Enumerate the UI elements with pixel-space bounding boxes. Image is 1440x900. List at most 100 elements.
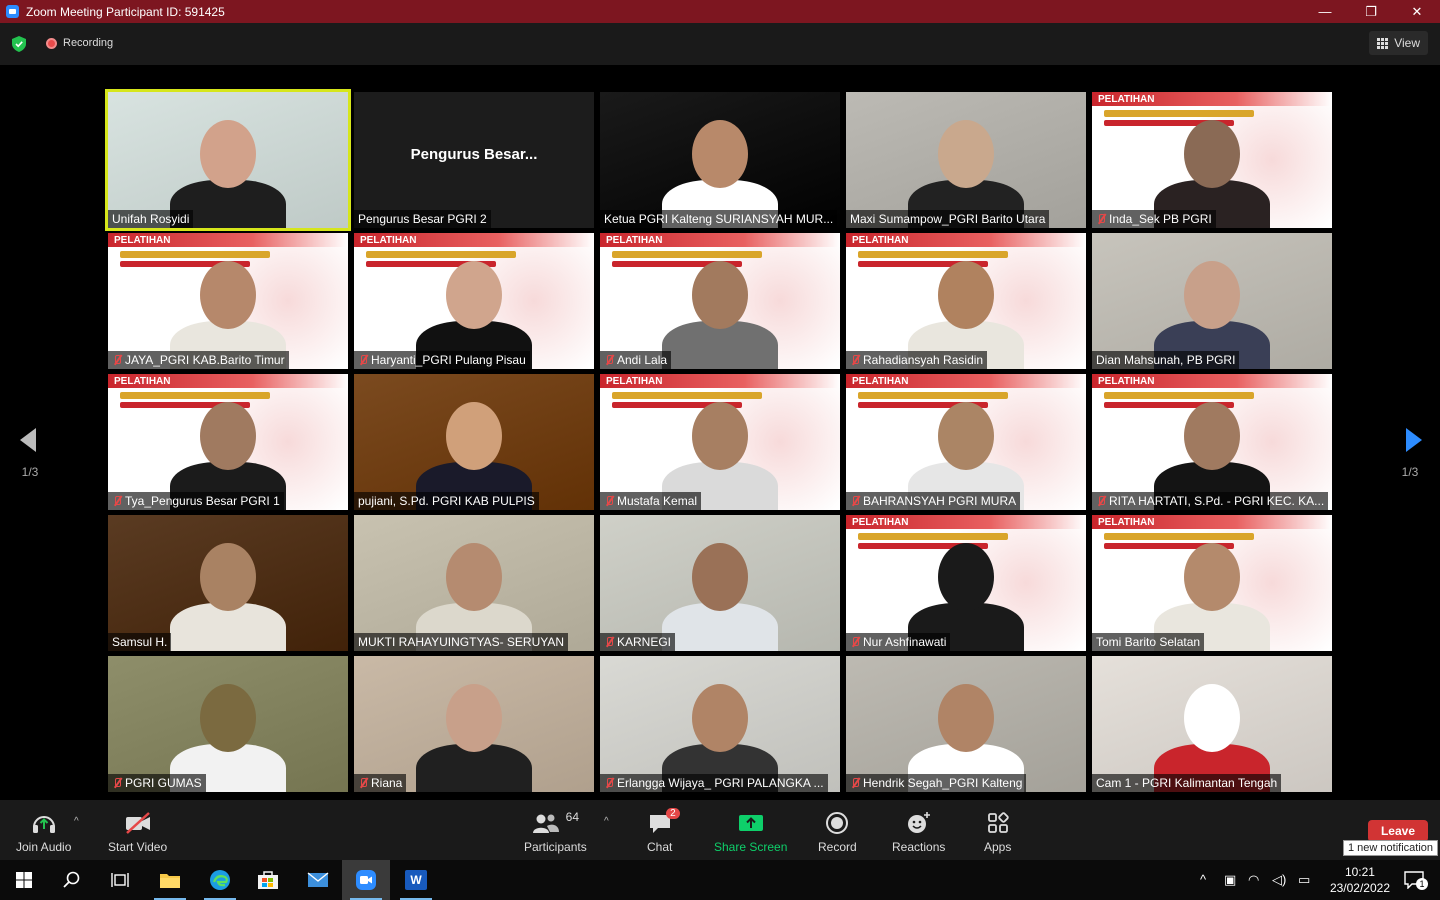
start-video-button[interactable]: Start Video [108, 810, 167, 854]
share-screen-button[interactable]: Share Screen [714, 810, 787, 854]
participant-tile[interactable]: Pengurus Besar... Pengurus Besar PGRI 2 [354, 92, 594, 228]
participant-tile[interactable]: PELATIHAN Tya_Pengurus Besar PGRI 1 [108, 374, 348, 510]
participant-tile[interactable]: Unifah Rosyidi [105, 89, 351, 231]
store-taskbar[interactable] [244, 860, 292, 900]
participant-name-label: Maxi Sumampow_PGRI Barito Utara [846, 210, 1050, 228]
participant-name-label: Erlangga Wijaya_ PGRI PALANGKA ... [600, 774, 828, 792]
participant-name: Tomi Barito Selatan [1096, 635, 1201, 649]
apps-button[interactable]: Apps [984, 810, 1011, 854]
participant-tile[interactable]: KARNEGI [600, 515, 840, 651]
mic-muted-icon [850, 495, 860, 507]
leave-button[interactable]: Leave [1367, 820, 1428, 842]
participant-tile[interactable]: Ketua PGRI Kalteng SURIANSYAH MUR... [600, 92, 840, 228]
security-shield-icon[interactable] [12, 36, 26, 52]
mail-taskbar[interactable] [294, 860, 342, 900]
participant-name-label: Inda_Sek PB PGRI [1092, 210, 1216, 228]
participant-name-label: Hendrik Segah_PGRI Kalteng [846, 774, 1027, 792]
participant-tile[interactable]: Erlangga Wijaya_ PGRI PALANGKA ... [600, 656, 840, 792]
participants-button[interactable]: 64 Participants [524, 810, 587, 854]
participant-tile[interactable]: PELATIHAN Tomi Barito Selatan [1092, 515, 1332, 651]
participant-figure [846, 233, 1086, 369]
system-clock[interactable]: 10:21 23/02/2022 [1330, 864, 1390, 896]
participant-name-label: Unifah Rosyidi [108, 210, 194, 228]
participant-video [354, 515, 594, 651]
participant-tile[interactable]: pujiani, S.Pd. PGRI KAB PULPIS [354, 374, 594, 510]
participant-name: BAHRANSYAH PGRI MURA [863, 494, 1017, 508]
participant-name: Rahadiansyah Rasidin [863, 353, 984, 367]
folder-icon [160, 874, 180, 888]
participant-name-label: Dian Mahsunah, PB PGRI [1092, 351, 1240, 369]
participant-tile[interactable]: PGRI GUMAS [108, 656, 348, 792]
next-page-arrow-icon[interactable] [1396, 425, 1426, 455]
task-view-button[interactable] [96, 860, 144, 900]
zoom-taskbar[interactable] [342, 860, 390, 900]
minimize-button[interactable]: — [1302, 0, 1348, 23]
tray-battery-icon[interactable]: ▭ [1298, 872, 1310, 888]
participant-tile[interactable]: PELATIHAN Inda_Sek PB PGRI [1092, 92, 1332, 228]
tray-overflow-caret[interactable]: ^ [1200, 872, 1206, 887]
tray-volume-icon[interactable]: ◁) [1272, 872, 1286, 888]
participant-tile[interactable]: PELATIHAN Andi Lala [600, 233, 840, 369]
participants-options-caret[interactable]: ^ [604, 816, 609, 827]
chat-badge: 2 [666, 808, 680, 819]
search-taskbar-button[interactable] [48, 860, 96, 900]
participant-figure [108, 233, 348, 369]
notification-toast[interactable]: 1 new notification [1343, 840, 1438, 856]
participant-figure [600, 92, 840, 228]
participant-video: PELATIHAN [600, 374, 840, 510]
participant-tile[interactable]: Cam 1 - PGRI Kalimantan Tengah [1092, 656, 1332, 792]
participant-figure [1092, 656, 1332, 792]
participant-name-label: RITA HARTATI, S.Pd. - PGRI KEC. KA... [1092, 492, 1329, 510]
participant-tile[interactable]: Samsul H. [108, 515, 348, 651]
audio-options-caret[interactable]: ^ [74, 816, 79, 827]
participant-video: PELATIHAN [108, 233, 348, 369]
participant-tile[interactable]: Hendrik Segah_PGRI Kalteng [846, 656, 1086, 792]
participant-tile[interactable]: PELATIHAN BAHRANSYAH PGRI MURA [846, 374, 1086, 510]
participant-figure [354, 374, 594, 510]
view-button[interactable]: View [1369, 31, 1428, 55]
participant-tile[interactable]: Riana [354, 656, 594, 792]
word-icon: W [405, 870, 427, 890]
participant-tile[interactable]: PELATIHAN Mustafa Kemal [600, 374, 840, 510]
windows-start-button[interactable] [0, 860, 48, 900]
record-button[interactable]: Record [818, 810, 857, 854]
participant-video: PELATIHAN [1092, 515, 1332, 651]
tray-wifi-icon[interactable]: ◠ [1248, 872, 1259, 888]
participant-name-label: JAYA_PGRI KAB.Barito Timur [108, 351, 289, 369]
participant-name-label: Mustafa Kemal [600, 492, 702, 510]
participant-name-label: BAHRANSYAH PGRI MURA [846, 492, 1021, 510]
participant-tile[interactable]: PELATIHAN Haryanti_PGRI Pulang Pisau [354, 233, 594, 369]
participant-tile[interactable]: PELATIHAN RITA HARTATI, S.Pd. - PGRI KEC.… [1092, 374, 1332, 510]
recording-indicator[interactable]: Recording [46, 37, 113, 49]
participant-name-label: Ketua PGRI Kalteng SURIANSYAH MUR... [600, 210, 838, 228]
participant-figure [108, 656, 348, 792]
word-taskbar[interactable]: W [392, 860, 440, 900]
edge-browser-taskbar[interactable] [196, 860, 244, 900]
participant-tile[interactable]: PELATIHAN JAYA_PGRI KAB.Barito Timur [108, 233, 348, 369]
participant-name: KARNEGI [617, 635, 672, 649]
participant-tile[interactable]: Maxi Sumampow_PGRI Barito Utara [846, 92, 1086, 228]
maximize-button[interactable]: ❐ [1348, 0, 1394, 23]
participant-tile[interactable]: Dian Mahsunah, PB PGRI [1092, 233, 1332, 369]
chat-button[interactable]: 2 Chat [647, 808, 680, 854]
participant-name-label: KARNEGI [600, 633, 676, 651]
close-button[interactable]: ✕ [1394, 0, 1440, 23]
participant-tile[interactable]: PELATIHAN Nur Ashfinawati [846, 515, 1086, 651]
previous-page-arrow-icon[interactable] [16, 425, 46, 455]
clock-date: 23/02/2022 [1329, 881, 1390, 895]
participant-name-label: Andi Lala [600, 351, 672, 369]
join-audio-button[interactable]: Join Audio [16, 810, 71, 854]
reactions-button[interactable]: Reactions [892, 810, 945, 854]
reactions-label: Reactions [892, 840, 946, 854]
participant-name: Inda_Sek PB PGRI [1109, 212, 1212, 226]
participant-figure [600, 515, 840, 651]
participant-video: PELATIHAN [846, 374, 1086, 510]
view-label: View [1394, 36, 1420, 50]
participant-tile[interactable]: MUKTI RAHAYUINGTYAS- SERUYAN [354, 515, 594, 651]
participant-tile[interactable]: PELATIHAN Rahadiansyah Rasidin [846, 233, 1086, 369]
participant-video [354, 656, 594, 792]
action-center-button[interactable]: 1 [1390, 860, 1438, 900]
file-explorer-taskbar[interactable] [146, 860, 194, 900]
tray-network-icon[interactable]: ▣ [1224, 872, 1236, 888]
participant-name: Samsul H. [112, 635, 168, 649]
